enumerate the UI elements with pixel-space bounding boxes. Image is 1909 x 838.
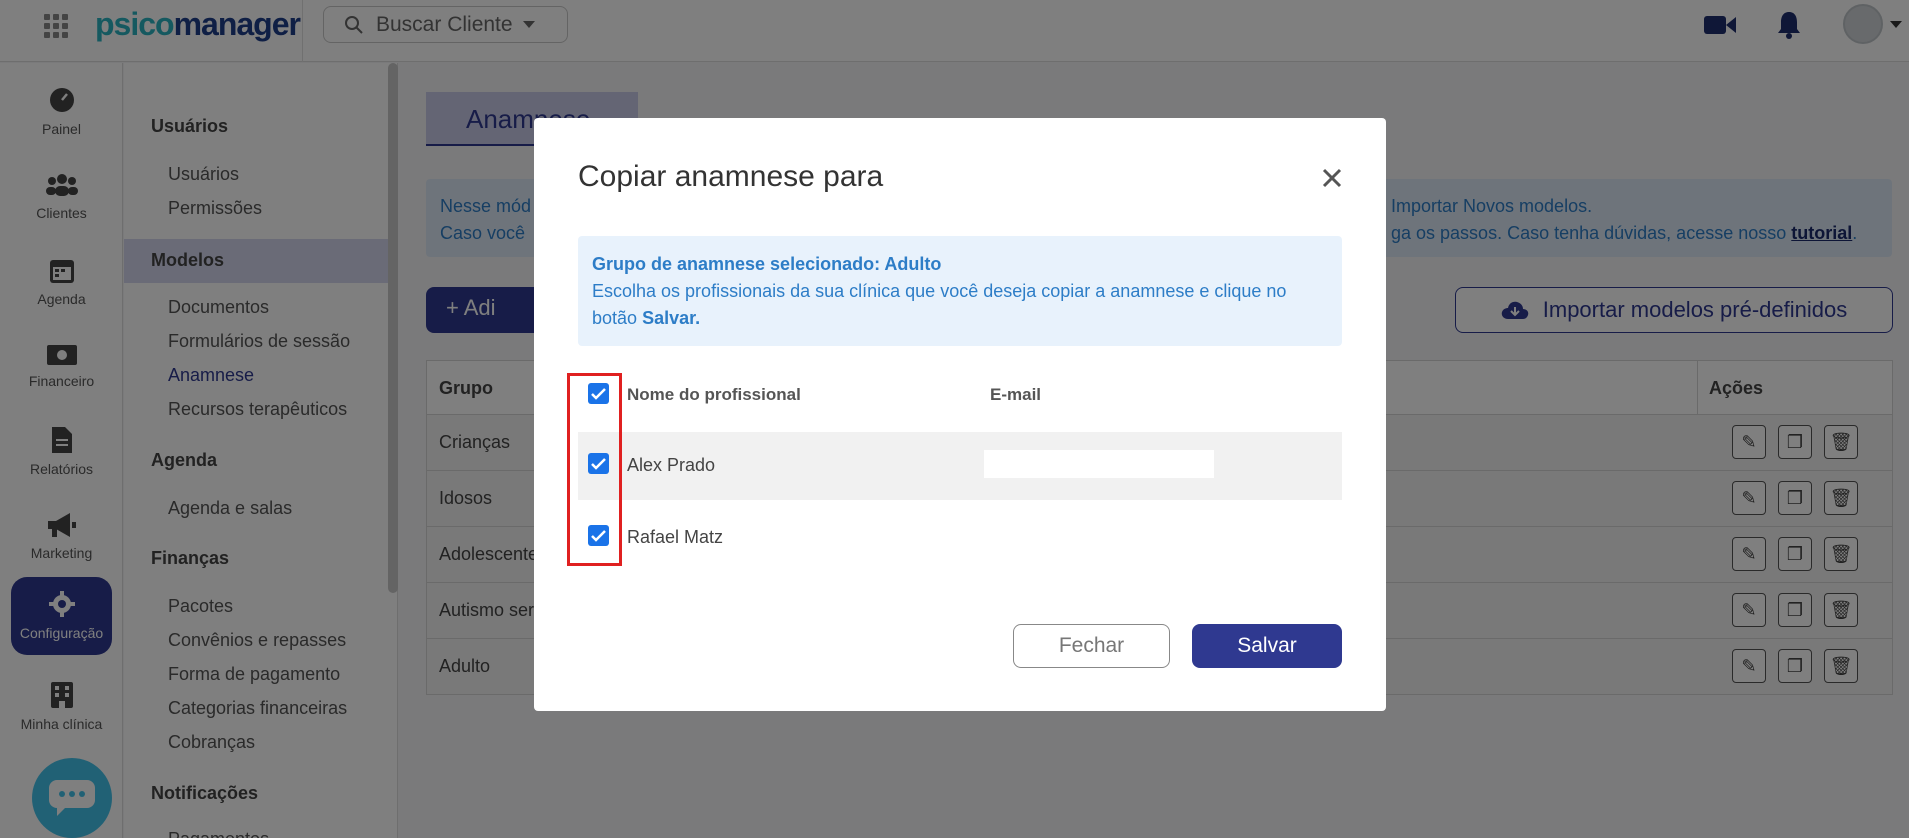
save-button[interactable]: Salvar <box>1192 624 1342 668</box>
copy-anamnese-modal: Copiar anamnese para Grupo de anamnese s… <box>534 118 1386 711</box>
modal-notice: Grupo de anamnese selecionado: Adulto Es… <box>578 236 1342 346</box>
professional-email-redacted <box>984 450 1214 478</box>
column-header-name: Nome do profissional <box>627 385 801 404</box>
professional-row[interactable]: Rafael Matz <box>578 504 1342 572</box>
close-icon[interactable] <box>1320 166 1344 190</box>
column-header-email: E-mail <box>990 385 1042 404</box>
professional-row[interactable]: Alex Prado <box>578 432 1342 500</box>
modal-title: Copiar anamnese para <box>578 160 884 193</box>
checkbox-highlight-box <box>567 373 622 566</box>
professional-name: Rafael Matz <box>627 527 724 547</box>
professional-name: Alex Prado <box>627 455 716 475</box>
close-button[interactable]: Fechar <box>1013 624 1170 668</box>
